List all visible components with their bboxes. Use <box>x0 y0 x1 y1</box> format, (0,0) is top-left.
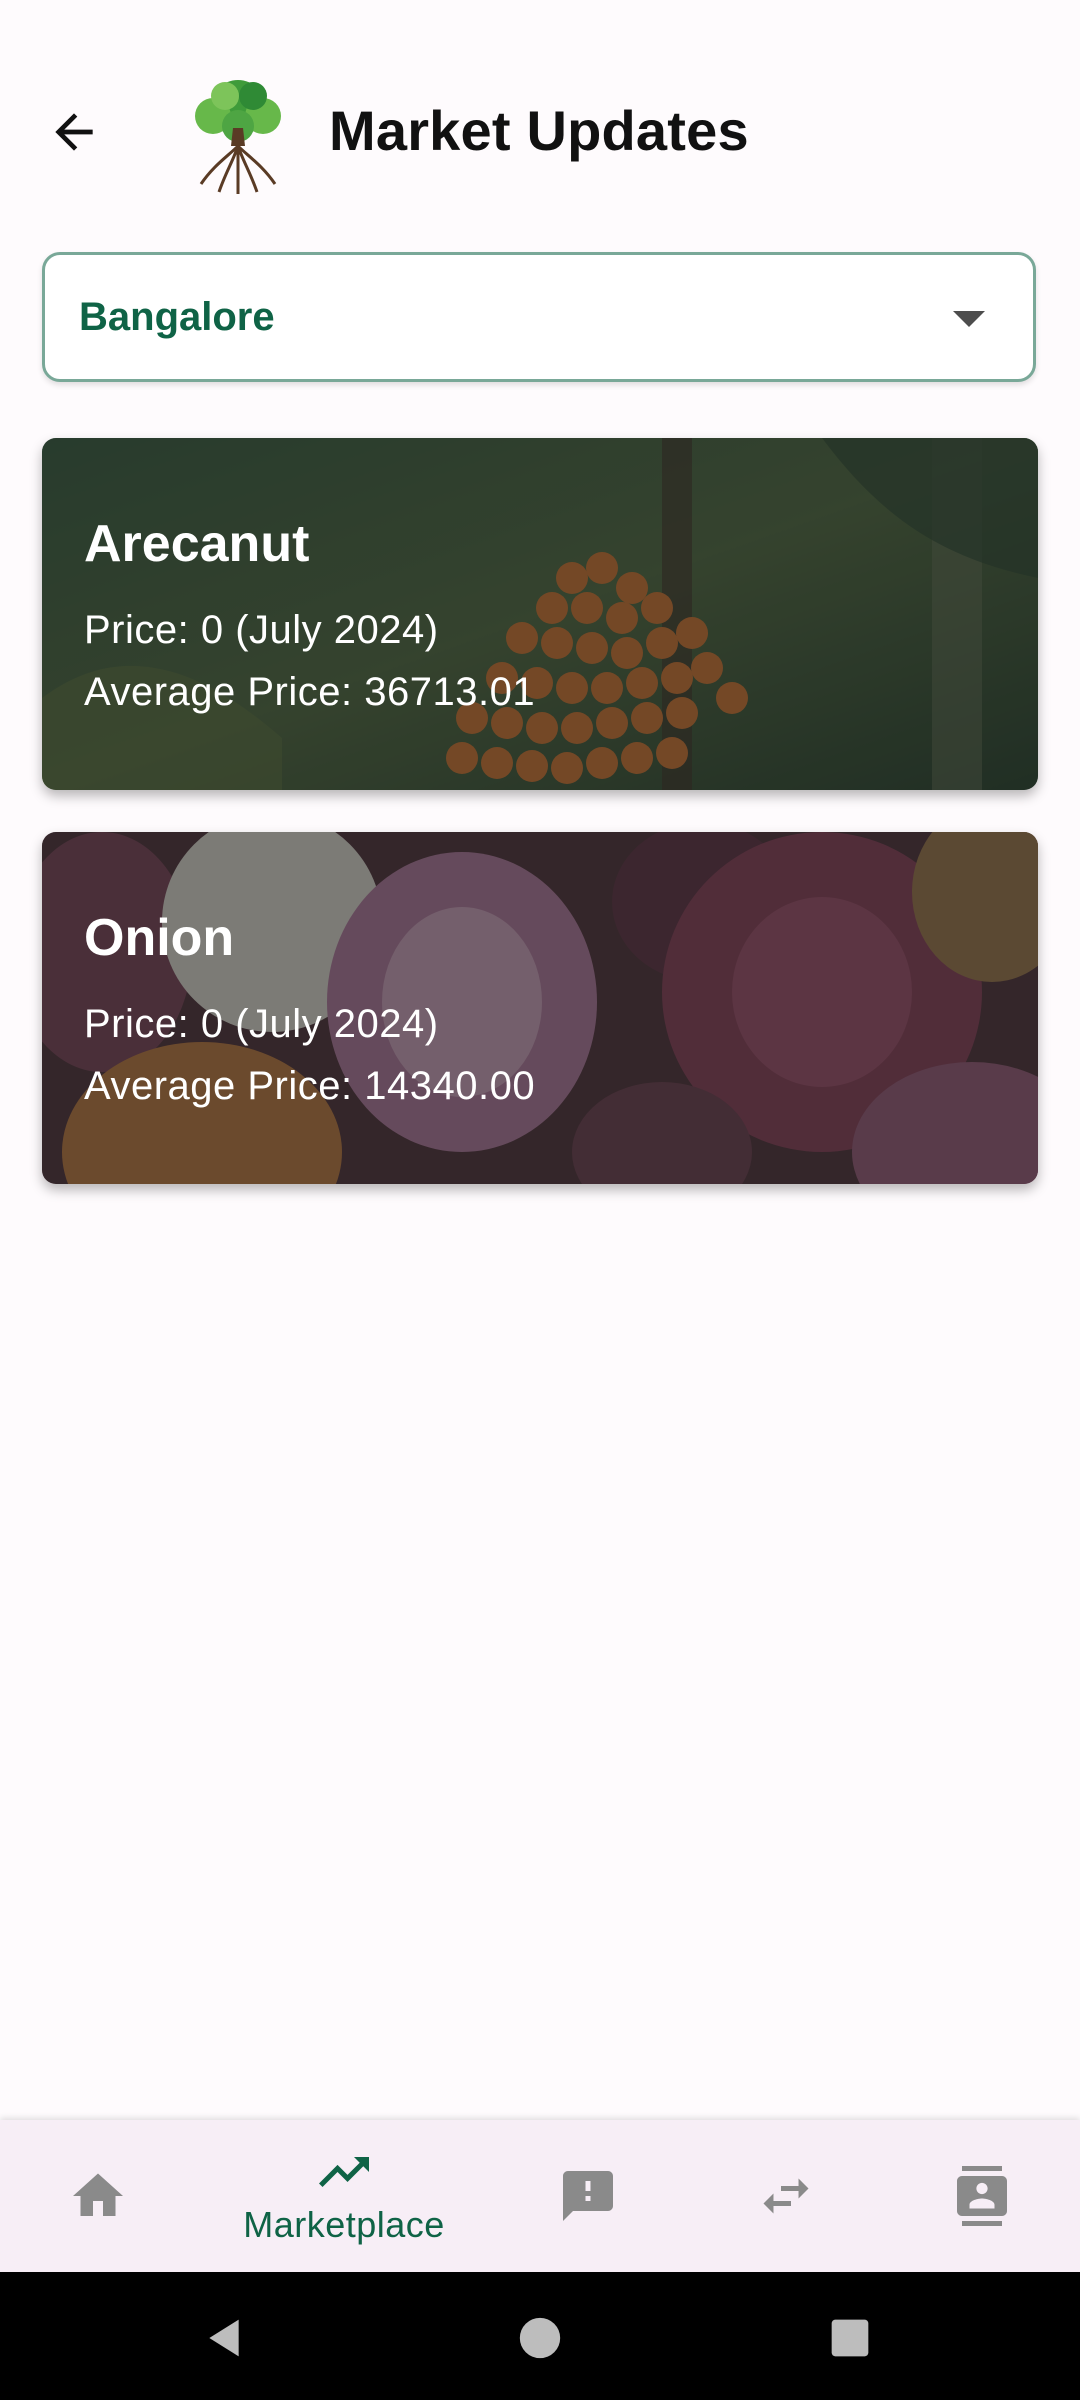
location-dropdown[interactable]: Bangalore <box>42 252 1036 382</box>
crop-name: Onion <box>84 909 235 967</box>
crop-average-price: Average Price: 36713.01 <box>84 670 536 714</box>
location-selected-value: Bangalore <box>79 295 275 339</box>
page-title: Market Updates <box>329 99 749 162</box>
crop-price: Price: 0 (July 2024) <box>84 1002 439 1046</box>
app-logo <box>183 76 293 194</box>
nav-item-marketplace[interactable]: Marketplace <box>224 2120 464 2272</box>
feedback-icon <box>563 2171 613 2221</box>
crop-name: Arecanut <box>84 515 310 573</box>
nav-label-marketplace: Marketplace <box>243 2204 445 2245</box>
swap-icon <box>763 2178 809 2214</box>
crop-card-arecanut[interactable]: Arecanut Price: 0 (July 2024) Average Pr… <box>42 438 1038 790</box>
crop-price: Price: 0 (July 2024) <box>84 608 439 652</box>
system-navigation-bar <box>0 2272 1080 2400</box>
crop-card-onion[interactable]: Onion Price: 0 (July 2024) Average Price… <box>42 832 1038 1184</box>
trending-up-icon <box>319 2157 369 2187</box>
crop-average-price: Average Price: 14340.00 <box>84 1064 536 1108</box>
bottom-navigation-bar: Marketplace <box>0 2120 1080 2272</box>
nav-item-contacts[interactable] <box>922 2120 1042 2272</box>
arrow-back-icon <box>55 113 93 151</box>
nav-item-swap[interactable] <box>726 2120 846 2272</box>
home-icon <box>73 2173 123 2216</box>
contacts-icon <box>957 2166 1007 2226</box>
system-home-icon[interactable] <box>518 2316 562 2360</box>
back-button[interactable] <box>38 96 110 168</box>
dropdown-arrow-icon <box>953 311 985 327</box>
nav-item-home[interactable] <box>38 2120 158 2272</box>
system-back-icon[interactable] <box>202 2316 246 2360</box>
system-recents-icon[interactable] <box>828 2316 872 2360</box>
nav-item-feedback[interactable] <box>528 2120 648 2272</box>
